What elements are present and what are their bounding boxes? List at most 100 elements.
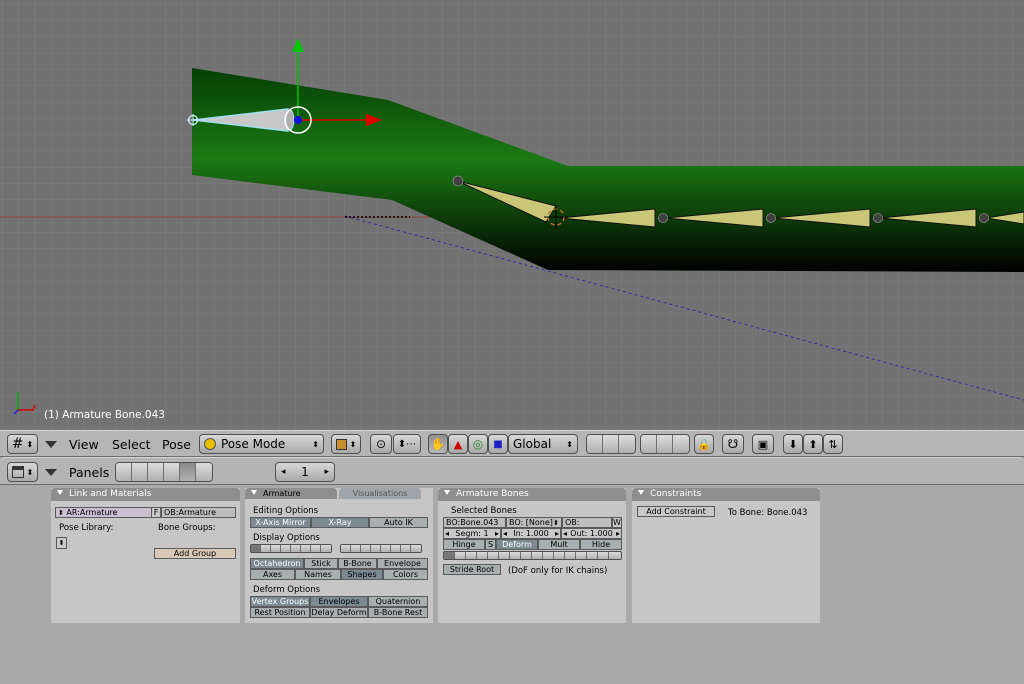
hinge-button[interactable]: Hinge: [443, 539, 485, 550]
script-icon[interactable]: [132, 463, 148, 481]
delay-deform-button[interactable]: Delay Deform: [310, 607, 368, 618]
colors-button[interactable]: Colors: [383, 569, 428, 580]
ease-out-field[interactable]: ◂ Out: 1.000 ▸: [561, 528, 622, 539]
ghost-button[interactable]: ☋: [722, 434, 744, 454]
collapse-menu-icon-2[interactable]: [45, 469, 57, 476]
editor-type-button-2[interactable]: ⬍: [7, 462, 38, 482]
panel-armature-bones: Armature Bones Selected Bones BO:Bone.04…: [438, 488, 626, 623]
hide-button[interactable]: Hide: [580, 539, 622, 550]
rest-position-button[interactable]: Rest Position: [250, 607, 310, 618]
editing-options-label: Editing Options: [253, 506, 319, 516]
auto-ik-button[interactable]: Auto IK: [369, 517, 428, 528]
shading-icon[interactable]: [148, 463, 164, 481]
layer-buttons-1[interactable]: [586, 434, 636, 454]
bone-w-button[interactable]: W: [612, 517, 622, 528]
shapes-button[interactable]: Shapes: [341, 569, 383, 580]
tab-armature[interactable]: Armature: [245, 488, 337, 499]
logic-icon[interactable]: [116, 463, 132, 481]
rotate-manipulator[interactable]: ◎: [468, 434, 488, 454]
orientation-select[interactable]: Global ⬍: [508, 434, 578, 454]
manipulator-toggle[interactable]: ✋: [428, 434, 448, 454]
layer-buttons-2[interactable]: [640, 434, 690, 454]
snap-icon: ⬍⋯: [397, 438, 417, 450]
updown-icon: ⬍: [58, 539, 65, 547]
mult-button[interactable]: Mult: [538, 539, 580, 550]
stride-root-button[interactable]: Stride Root: [443, 564, 501, 575]
paste-flipped-button[interactable]: ⇅: [823, 434, 843, 454]
snap-button[interactable]: ⬍⋯: [393, 434, 421, 454]
frame-field[interactable]: ◂ 1 ▸: [275, 462, 335, 482]
menu-select[interactable]: Select: [112, 437, 151, 452]
grid-icon: #: [11, 436, 24, 452]
ghost-icon: ☋: [727, 437, 739, 451]
object-icon[interactable]: [164, 463, 180, 481]
square-icon: ■: [493, 438, 503, 450]
vertex-groups-button[interactable]: Vertex Groups: [250, 596, 310, 607]
flip-icon: ⇅: [828, 437, 838, 451]
hand-icon: ✋: [430, 437, 446, 451]
segments-field[interactable]: ◂ Segm: 1 ▸: [443, 528, 501, 539]
deform-button[interactable]: Deform: [496, 539, 538, 550]
bone-parent-field[interactable]: BO: [None] ⬍: [506, 517, 562, 528]
collapse-menu-icon[interactable]: [45, 441, 57, 448]
stick-button[interactable]: Stick: [304, 558, 338, 569]
panel-title[interactable]: Link and Materials: [51, 488, 240, 501]
copy-pose-button[interactable]: ⬇: [783, 434, 803, 454]
panel-armature: Armature Visualisations Editing Options …: [245, 488, 433, 623]
bone-layer-buttons-1[interactable]: [250, 544, 332, 553]
bone-name-field[interactable]: BO:Bone.043: [443, 517, 506, 528]
editor-type-button[interactable]: # ⬍: [7, 434, 38, 454]
tab-visualisations[interactable]: Visualisations: [339, 488, 421, 499]
display-options-label: Display Options: [253, 533, 320, 543]
3d-viewport[interactable]: x (1) Armature Bone.043: [0, 0, 1024, 430]
pivot-button[interactable]: ⊙: [370, 434, 392, 454]
bone-layer-buttons-2[interactable]: [340, 544, 422, 553]
viewport-canvas: x: [0, 0, 1024, 430]
bone-object-field[interactable]: OB:: [562, 517, 612, 528]
paste-pose-button[interactable]: ⬆: [803, 434, 823, 454]
panel-title[interactable]: Armature Bones: [438, 488, 626, 501]
b-bone-button[interactable]: B-Bone: [338, 558, 377, 569]
cube-icon: [335, 438, 347, 450]
editing-icon[interactable]: [180, 463, 196, 481]
x-axis-mirror-button[interactable]: X-Axis Mirror: [250, 517, 311, 528]
frame-value: 1: [301, 465, 309, 479]
add-group-button[interactable]: Add Group: [154, 548, 236, 559]
arrow-down-icon: ⬇: [788, 437, 798, 451]
b-bone-rest-button[interactable]: B-Bone Rest: [368, 607, 428, 618]
context-buttons[interactable]: [115, 462, 213, 482]
scene-icon[interactable]: [196, 463, 212, 481]
armature-datablock-field[interactable]: ⬍ AR:Armature: [55, 507, 152, 518]
axes-button[interactable]: Axes: [250, 569, 295, 580]
quaternion-button[interactable]: Quaternion: [368, 596, 428, 607]
panel-title[interactable]: Constraints: [632, 488, 820, 501]
menu-pose[interactable]: Pose: [162, 437, 191, 452]
octahedron-button[interactable]: Octahedron: [250, 558, 304, 569]
x-ray-button[interactable]: X-Ray: [311, 517, 369, 528]
add-constraint-button[interactable]: Add Constraint: [637, 506, 715, 517]
3d-view-header: # ⬍ View Select Pose Pose Mode ⬍ ⬍ ⊙ ⬍⋯ ✋…: [0, 430, 1024, 457]
lock-button[interactable]: 🔒: [694, 434, 714, 454]
ease-in-field[interactable]: ◂ In: 1.000 ▸: [501, 528, 561, 539]
render-button[interactable]: ▣: [752, 434, 774, 454]
envelope-button[interactable]: Envelope: [377, 558, 428, 569]
dof-note: (DoF only for IK chains): [508, 566, 608, 576]
viewport-status: (1) Armature Bone.043: [44, 409, 165, 421]
names-button[interactable]: Names: [295, 569, 341, 580]
s-button[interactable]: S: [485, 539, 496, 550]
fake-user-button[interactable]: F: [151, 507, 161, 518]
svg-text:x: x: [32, 402, 37, 411]
circle-icon: ◎: [472, 437, 484, 451]
pivot-icon: ⊙: [375, 437, 387, 451]
picture-icon: ▣: [757, 437, 769, 451]
envelopes-button[interactable]: Envelopes: [310, 596, 368, 607]
menu-view[interactable]: View: [69, 437, 99, 452]
scale-manipulator[interactable]: ■: [488, 434, 508, 454]
translate-manipulator[interactable]: ▲: [448, 434, 468, 454]
draw-type-button[interactable]: ⬍: [331, 434, 361, 454]
pose-library-menu[interactable]: ⬍: [56, 537, 67, 549]
mode-select[interactable]: Pose Mode ⬍: [199, 434, 324, 454]
object-name-field[interactable]: OB:Armature: [161, 507, 236, 518]
panel-link-materials: Link and Materials ⬍ AR:Armature F OB:Ar…: [51, 488, 240, 623]
bone-layer-toggles[interactable]: [443, 551, 622, 560]
